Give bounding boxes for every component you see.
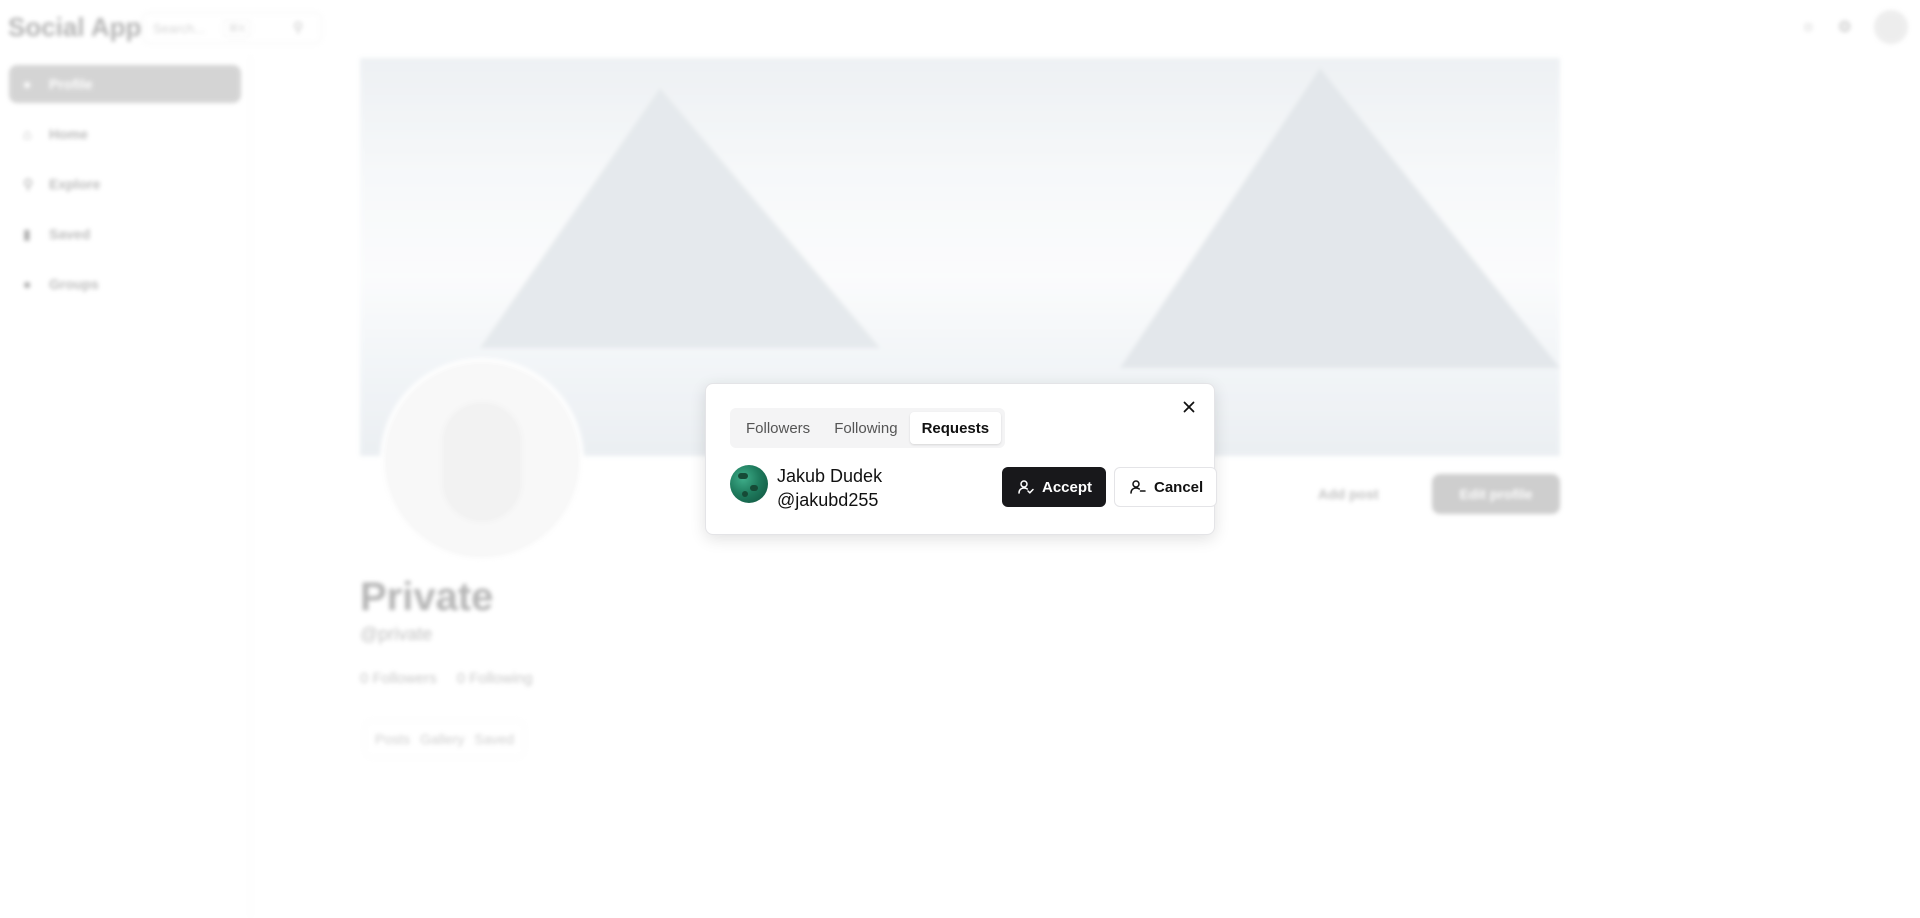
accept-label: Accept [1042, 478, 1093, 496]
dialog-tabs: Followers Following Requests [730, 408, 1006, 448]
request-user-handle: @jakubd255 [777, 490, 879, 510]
tab-followers[interactable]: Followers [734, 412, 822, 444]
request-user-name[interactable]: Jakub Dudek [777, 466, 882, 487]
cancel-label: Cancel [1154, 478, 1204, 496]
user-minus-icon [1130, 480, 1146, 494]
avatar[interactable] [730, 465, 768, 503]
close-icon[interactable] [1180, 398, 1198, 416]
user-check-icon [1018, 480, 1034, 494]
request-item: Jakub Dudek @jakubd255 Accept Cancel [730, 464, 1217, 514]
follow-dialog: Followers Following Requests Jakub Dudek… [705, 383, 1217, 535]
tab-following[interactable]: Following [822, 412, 909, 444]
cancel-button[interactable]: Cancel [1114, 467, 1217, 507]
tab-requests[interactable]: Requests [909, 412, 1002, 444]
accept-button[interactable]: Accept [1002, 467, 1106, 507]
